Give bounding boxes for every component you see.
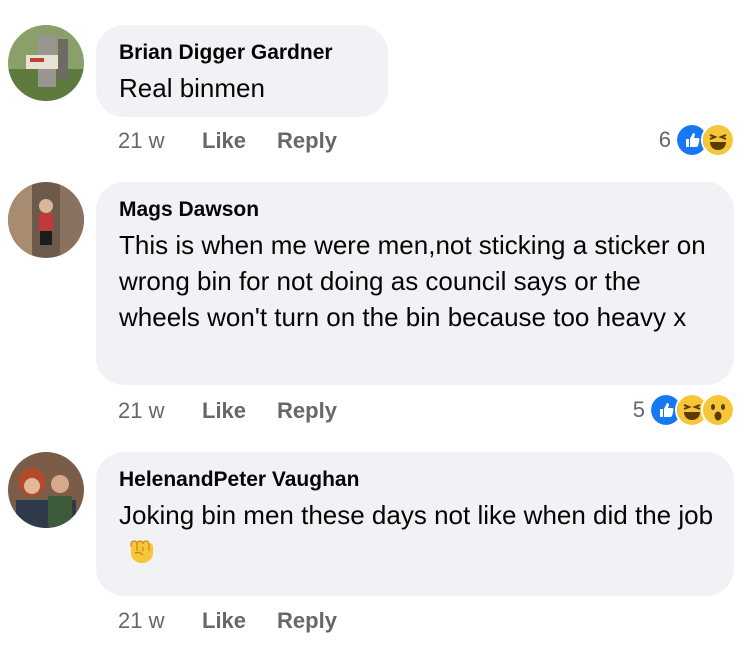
comment-author[interactable]: HelenandPeter Vaughan — [119, 467, 712, 493]
raised-fist-icon — [125, 533, 157, 574]
like-button[interactable]: Like — [202, 608, 246, 634]
comment-actions: 21 w Like Reply — [118, 398, 337, 424]
comment-bubble: HelenandPeter Vaughan Joking bin men the… — [96, 452, 734, 596]
comment-text: Joking bin men these days not like when … — [119, 497, 719, 574]
like-button[interactable]: Like — [202, 128, 246, 154]
reaction-summary[interactable]: 5 — [633, 393, 735, 427]
avatar[interactable] — [8, 452, 84, 528]
comment-time[interactable]: 21 w — [118, 608, 176, 634]
reaction-count: 5 — [632, 397, 645, 422]
comment-time[interactable]: 21 w — [118, 398, 176, 424]
comment-text: This is when me were men,not sticking a … — [119, 230, 706, 332]
comment-time[interactable]: 21 w — [118, 128, 176, 154]
wow-icon — [701, 393, 735, 427]
comment-text: Real binmen — [119, 73, 265, 103]
comment-actions: 21 w Like Reply — [118, 608, 337, 634]
reaction-summary[interactable]: 6 — [659, 123, 735, 157]
comment-bubble: Mags Dawson This is when me were men,not… — [96, 182, 734, 385]
comment-bubble: Brian Digger Gardner Real binmen — [96, 25, 388, 117]
comment-author[interactable]: Brian Digger Gardner — [119, 40, 366, 66]
avatar[interactable] — [8, 25, 84, 101]
reply-button[interactable]: Reply — [277, 398, 337, 424]
comment-author[interactable]: Mags Dawson — [119, 197, 712, 223]
reply-button[interactable]: Reply — [277, 608, 337, 634]
reply-button[interactable]: Reply — [277, 128, 337, 154]
avatar[interactable] — [8, 182, 84, 258]
comment-text-body: Joking bin men these days not like when … — [119, 500, 714, 530]
comment-actions: 21 w Like Reply — [118, 128, 337, 154]
like-button[interactable]: Like — [202, 398, 246, 424]
laugh-icon — [701, 123, 735, 157]
reaction-count: 6 — [658, 127, 671, 152]
